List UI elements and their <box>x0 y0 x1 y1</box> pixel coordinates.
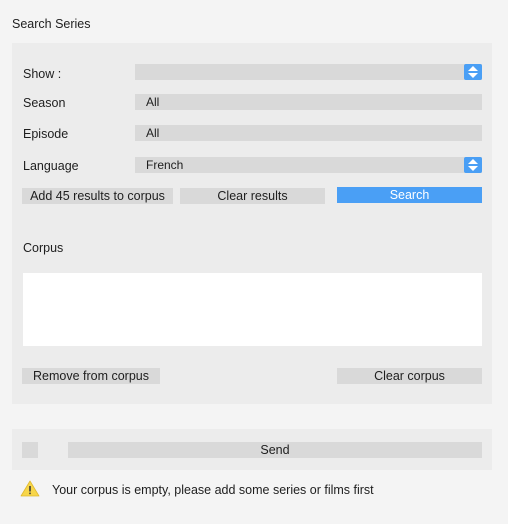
warning-icon <box>20 480 40 497</box>
search-button[interactable]: Search <box>337 187 482 203</box>
corpus-list[interactable] <box>23 273 482 346</box>
send-checkbox[interactable] <box>22 442 38 458</box>
language-label: Language <box>23 159 79 173</box>
show-label: Show : <box>23 67 62 81</box>
season-label: Season <box>23 96 66 110</box>
stepper-icon[interactable] <box>464 64 482 80</box>
season-field[interactable]: All <box>135 94 482 110</box>
stepper-icon[interactable] <box>464 157 482 173</box>
send-button[interactable]: Send <box>68 442 482 458</box>
clear-results-button[interactable]: Clear results <box>180 188 325 204</box>
episode-label: Episode <box>23 127 69 141</box>
episode-field[interactable]: All <box>135 125 482 141</box>
corpus-label: Corpus <box>23 241 64 255</box>
page-title: Search Series <box>12 17 91 31</box>
clear-corpus-button[interactable]: Clear corpus <box>337 368 482 384</box>
episode-value: All <box>146 126 160 140</box>
warning-message: Your corpus is empty, please add some se… <box>52 483 374 497</box>
season-value: All <box>146 95 160 109</box>
add-to-corpus-button[interactable]: Add 45 results to corpus <box>22 188 173 204</box>
language-select[interactable]: French <box>135 157 482 173</box>
remove-from-corpus-button[interactable]: Remove from corpus <box>22 368 160 384</box>
language-value: French <box>146 158 184 172</box>
show-select[interactable] <box>135 64 482 80</box>
